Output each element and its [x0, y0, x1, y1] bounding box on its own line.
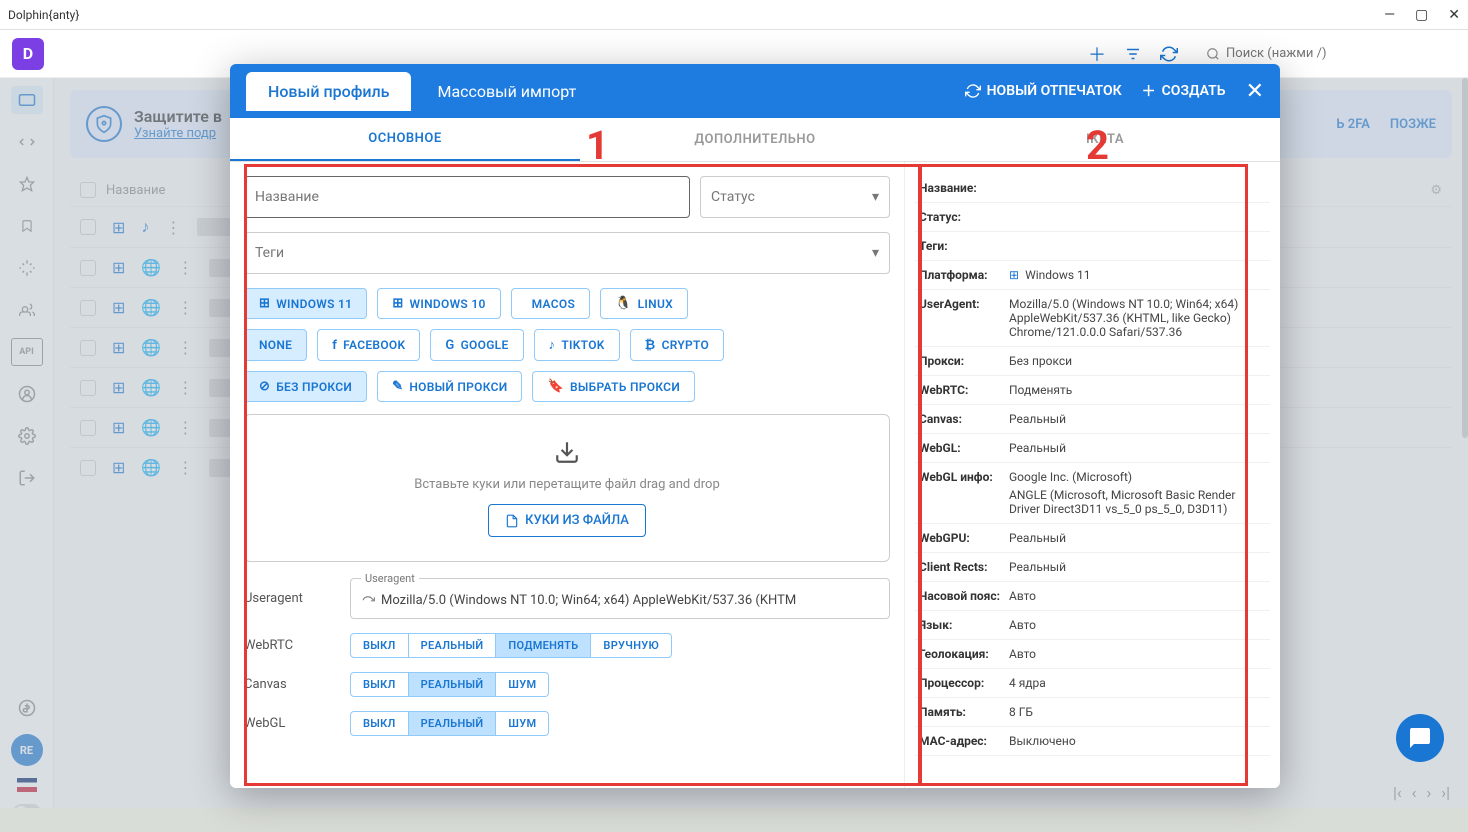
plus-icon: ＋	[1142, 81, 1156, 101]
modal-header: Новый профиль Массовый импорт НОВЫЙ ОТПЕ…	[230, 64, 1280, 118]
close-window-button[interactable]: ✕	[1448, 7, 1460, 23]
webrtc-manual[interactable]: ВРУЧНУЮ	[591, 633, 672, 658]
chat-bubble[interactable]	[1396, 714, 1444, 762]
refresh-icon[interactable]	[361, 595, 375, 609]
titlebar: Dolphin{anty} — ▢ ✕	[0, 0, 1468, 30]
os-linux[interactable]: 🐧LINUX	[600, 288, 688, 319]
useragent-value: Mozilla/5.0 (Windows NT 10.0; Win64; x64…	[381, 593, 879, 608]
name-input[interactable]	[244, 176, 690, 218]
summary-platform-value: ⊞Windows 11	[1009, 268, 1266, 282]
proxy-selector: ⊘БЕЗ ПРОКСИ ✎НОВЫЙ ПРОКСИ 🔖ВЫБРАТЬ ПРОКС…	[244, 371, 890, 402]
webgl-label: WebGL	[244, 716, 334, 731]
annotation-number-2: 2	[1086, 122, 1109, 169]
site-tiktok[interactable]: ♪TIKTOK	[534, 329, 620, 361]
subtab-advanced[interactable]: ДОПОЛНИТЕЛЬНО	[580, 118, 930, 161]
canvas-real[interactable]: РЕАЛЬНЫЙ	[409, 672, 497, 697]
tab-new-profile[interactable]: Новый профиль	[246, 72, 411, 111]
summary-webglinfo: Google Inc. (Microsoft)ANGLE (Microsoft,…	[1009, 470, 1266, 516]
webgl-real[interactable]: РЕАЛЬНЫЙ	[409, 711, 497, 736]
cookies-from-file-button[interactable]: КУКИ ИЗ ФАЙЛА	[488, 504, 646, 537]
modal-subtabs: ОСНОВНОЕ ДОПОЛНИТЕЛЬНО ІКЕТА	[230, 118, 1280, 162]
windows-icon: ⊞	[392, 296, 403, 311]
useragent-field[interactable]: Useragent Mozilla/5.0 (Windows NT 10.0; …	[350, 578, 890, 619]
search-box[interactable]	[1196, 42, 1456, 65]
dropzone-text: Вставьте куки или перетащите файл drag a…	[414, 477, 720, 492]
file-icon	[505, 514, 519, 528]
filter-icon[interactable]	[1124, 45, 1142, 63]
modal-new-profile: Новый профиль Массовый импорт НОВЫЙ ОТПЕ…	[230, 64, 1280, 788]
canvas-seggroup: ВЫКЛ РЕАЛЬНЫЙ ШУМ	[350, 672, 549, 697]
proxy-select[interactable]: 🔖ВЫБРАТЬ ПРОКСИ	[532, 371, 695, 402]
os-windows-10[interactable]: ⊞WINDOWS 10	[377, 288, 500, 319]
canvas-off[interactable]: ВЫКЛ	[350, 672, 409, 697]
summary-panel: Название: Статус: Теги: Платформа:⊞Windo…	[904, 162, 1280, 788]
chevron-down-icon: ▾	[872, 189, 879, 205]
webgl-off[interactable]: ВЫКЛ	[350, 711, 409, 736]
webgl-noise[interactable]: ШУМ	[496, 711, 549, 736]
os-windows-11[interactable]: ⊞WINDOWS 11	[244, 288, 367, 319]
useragent-label: Useragent	[244, 591, 334, 606]
proxy-none[interactable]: ⊘БЕЗ ПРОКСИ	[244, 371, 367, 402]
chat-icon	[1408, 726, 1432, 750]
edit-icon: ✎	[392, 379, 403, 394]
search-input[interactable]	[1226, 46, 1446, 61]
maximize-button[interactable]: ▢	[1415, 7, 1428, 23]
site-google[interactable]: GGOOGLE	[430, 329, 523, 361]
bookmark-icon: 🔖	[547, 379, 564, 394]
app-logo: D	[12, 38, 44, 70]
tags-input[interactable]: Теги ▾	[244, 232, 890, 274]
webrtc-replace[interactable]: ПОДМЕНЯТЬ	[496, 633, 591, 658]
search-icon	[1206, 47, 1220, 61]
webgl-seggroup: ВЫКЛ РЕАЛЬНЫЙ ШУМ	[350, 711, 549, 736]
minimize-button[interactable]: —	[1384, 7, 1395, 23]
webrtc-seggroup: ВЫКЛ РЕАЛЬНЫЙ ПОДМЕНЯТЬ ВРУЧНУЮ	[350, 633, 672, 658]
chevron-down-icon: ▾	[872, 245, 879, 261]
annotation-number-1: 1	[586, 122, 609, 169]
download-icon	[554, 439, 580, 465]
canvas-noise[interactable]: ШУМ	[496, 672, 549, 697]
refresh-icon	[965, 83, 981, 99]
status-select[interactable]: Статус ▾	[700, 176, 890, 218]
windows-icon: ⊞	[259, 296, 270, 311]
cookies-dropzone[interactable]: Вставьте куки или перетащите файл drag a…	[244, 414, 890, 562]
google-icon: G	[445, 338, 454, 353]
os-macos[interactable]: MACOS	[511, 288, 590, 319]
webrtc-off[interactable]: ВЫКЛ	[350, 633, 409, 658]
create-button[interactable]: ＋ СОЗДАТЬ	[1142, 81, 1226, 101]
site-selector: NONE fFACEBOOK GGOOGLE ♪TIKTOK ₿CRYPTO	[244, 329, 890, 361]
tiktok-icon: ♪	[549, 337, 556, 353]
window-controls: — ▢ ✕	[1384, 7, 1460, 23]
new-fingerprint-button[interactable]: НОВЫЙ ОТПЕЧАТОК	[965, 83, 1122, 99]
tab-mass-import[interactable]: Массовый импорт	[415, 72, 598, 111]
site-crypto[interactable]: ₿CRYPTO	[630, 329, 724, 361]
linux-icon: 🐧	[615, 296, 632, 311]
webrtc-real[interactable]: РЕАЛЬНЫЙ	[409, 633, 497, 658]
windows-icon: ⊞	[1009, 268, 1019, 282]
add-icon[interactable]: ＋	[1088, 41, 1106, 67]
os-selector: ⊞WINDOWS 11 ⊞WINDOWS 10 MACOS 🐧LINUX	[244, 288, 890, 319]
window-title: Dolphin{anty}	[8, 8, 79, 22]
bitcoin-icon: ₿	[645, 337, 656, 353]
canvas-label: Canvas	[244, 677, 334, 692]
close-icon[interactable]: ✕	[1246, 79, 1264, 104]
proxy-new[interactable]: ✎НОВЫЙ ПРОКСИ	[377, 371, 522, 402]
refresh-icon[interactable]	[1160, 45, 1178, 63]
form-panel: Статус ▾ Теги ▾ ⊞WINDOWS 11 ⊞WINDOWS 10 …	[230, 162, 904, 788]
webrtc-label: WebRTC	[244, 638, 334, 653]
subtab-main[interactable]: ОСНОВНОЕ	[230, 118, 580, 161]
no-proxy-icon: ⊘	[259, 379, 270, 394]
site-none[interactable]: NONE	[244, 329, 307, 361]
facebook-icon: f	[332, 338, 337, 353]
site-facebook[interactable]: fFACEBOOK	[317, 329, 420, 361]
